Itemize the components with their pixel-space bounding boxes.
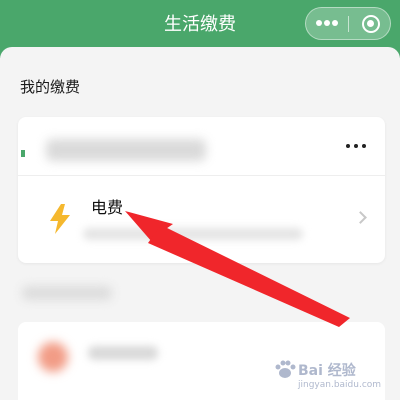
payment-card: 电费 xyxy=(18,117,385,263)
mini-program-capsule xyxy=(305,7,391,40)
card-divider xyxy=(18,175,385,176)
blurred-icon xyxy=(38,342,68,372)
section-title: 我的缴费 xyxy=(20,78,81,96)
close-target-icon[interactable] xyxy=(362,15,380,33)
blurred-account-address xyxy=(46,139,206,161)
more-dots-icon[interactable] xyxy=(316,20,338,28)
more-horizontal-icon[interactable] xyxy=(346,144,366,150)
blurred-bill-detail xyxy=(83,228,303,240)
watermark-brand: Bai 经验 xyxy=(298,363,356,379)
blurred-text xyxy=(88,346,158,360)
chevron-right-icon xyxy=(354,211,367,224)
bill-item-label: 电费 xyxy=(91,198,124,217)
blurred-section-title xyxy=(22,286,112,300)
paw-icon xyxy=(275,360,296,378)
capsule-divider xyxy=(348,16,349,32)
watermark-url: jingyan.baidu.com xyxy=(298,380,382,390)
watermark: Bai 经验 jingyan.baidu.com xyxy=(272,356,396,398)
lightning-bolt-icon xyxy=(50,204,70,234)
account-indicator xyxy=(21,150,25,157)
